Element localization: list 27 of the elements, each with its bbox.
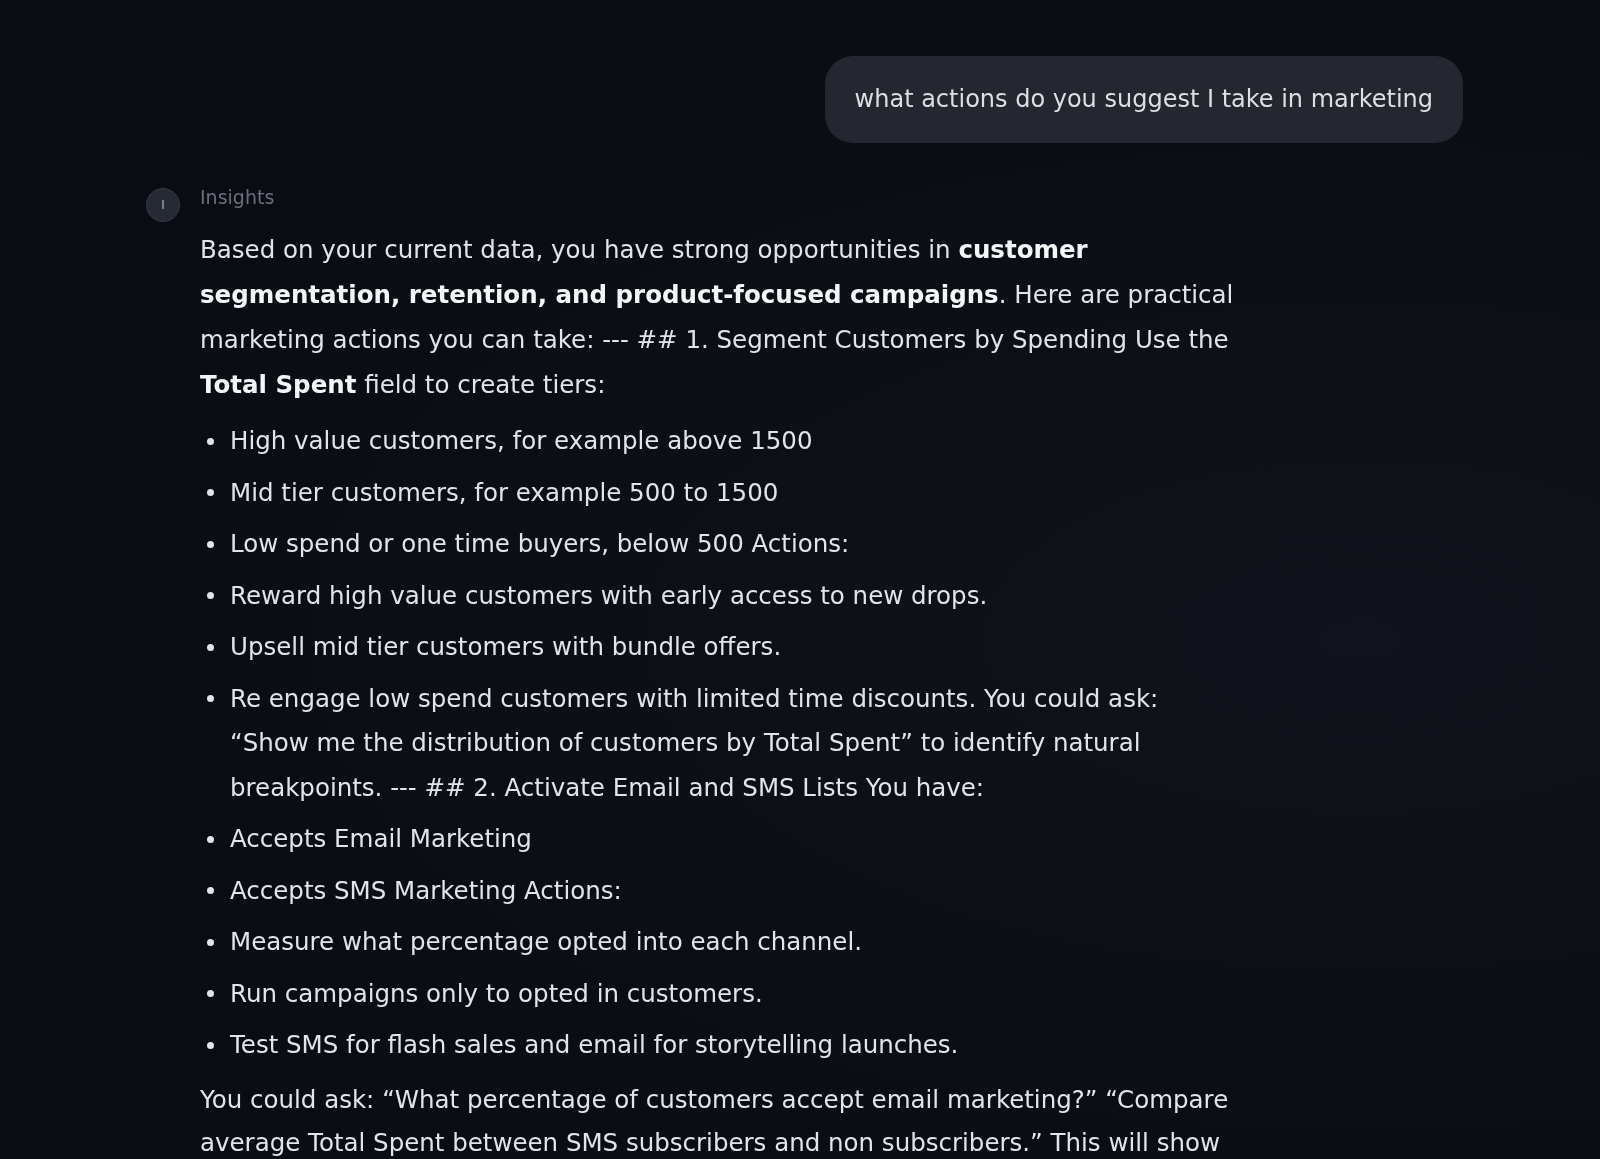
list-item-text: Test SMS for flash sales and email for storytelling launches. (230, 1029, 959, 1061)
bullet-icon (207, 540, 214, 548)
message-paragraph: Based on your current data, you have strong opportunities in customer segmentation, retention, and product-focused campaigns. Here are practical marketing actions you can take: --- ## 1. Segment Customers by Spending Use the Total Spent field to create tiers: (200, 234, 1235, 401)
bullet-icon (207, 835, 214, 843)
bullet-icon (207, 990, 214, 998)
user-message: what actions do you suggest I take in marketing (824, 56, 1463, 143)
bullet-icon (207, 938, 214, 946)
bullet-icon (207, 643, 214, 651)
list-item-text: Reward high value customers with early access to new drops. (230, 579, 988, 612)
list-item-text: Re engage low spend customers with limited time discounts. You could ask: “Show me the distribution of customers by Total Spent” to identify natural breakpoints. --- ## 2. Activate Email and SMS Lists You have: (230, 682, 1160, 804)
bullet-icon (207, 695, 214, 703)
list-item-text: Mid tier customers, for example 500 to 1500 (230, 476, 779, 509)
bullet-icon (207, 489, 214, 497)
avatar: I (146, 188, 180, 222)
list-item-text: Upsell mid tier customers with bundle offers. (230, 631, 782, 663)
list-item-text: High value customers, for example above 1500 (230, 425, 813, 457)
list-item-text: Accepts SMS Marketing Actions: (230, 874, 622, 907)
list-item-text: Run campaigns only to opted in customers. (230, 977, 763, 1010)
bullet-icon (207, 887, 214, 895)
message-paragraph: You could ask: “What percentage of customers accept email marketing?” “Compare average Total Spent between SMS subscribers and non subscribers.” This will show (200, 1083, 1230, 1159)
list-item-text: Measure what percentage opted into each channel. (230, 926, 863, 958)
sender-name: Insights (200, 187, 275, 207)
bullet-icon (207, 437, 214, 445)
bullet-icon (207, 1041, 214, 1049)
list-item-text: Accepts Email Marketing (230, 823, 532, 855)
bullet-icon (207, 592, 214, 600)
list-item-text: Low spend or one time buyers, below 500 Actions: (230, 528, 850, 560)
